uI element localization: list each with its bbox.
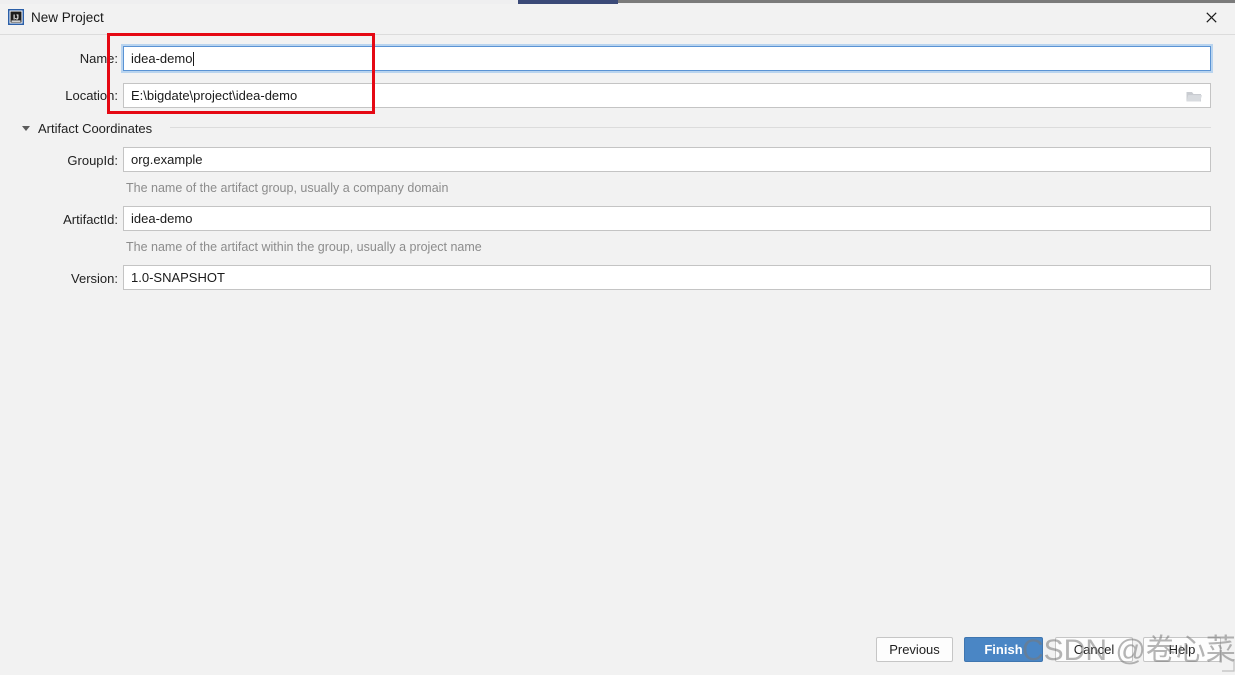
help-button[interactable]: Help — [1143, 637, 1221, 662]
svg-text:IJ: IJ — [13, 15, 19, 22]
artifactid-input-value: idea-demo — [131, 211, 193, 226]
groupid-hint: The name of the artifact group, usually … — [126, 181, 449, 195]
previous-button[interactable]: Previous — [876, 637, 953, 662]
groupid-input[interactable]: org.example — [123, 147, 1211, 172]
name-input[interactable]: idea-demo — [123, 46, 1211, 71]
version-label: Version: — [71, 271, 118, 286]
section-divider — [170, 127, 1211, 128]
version-input-value: 1.0-SNAPSHOT — [131, 270, 225, 285]
cancel-button[interactable]: Cancel — [1055, 637, 1133, 662]
location-input[interactable]: E:\bigdate\project\idea-demo — [123, 83, 1211, 108]
folder-icon[interactable] — [1186, 89, 1202, 102]
name-label: Name: — [79, 51, 118, 66]
artifactid-label: ArtifactId: — [63, 212, 118, 227]
location-label: Location: — [65, 88, 118, 103]
resize-grip[interactable] — [1221, 657, 1235, 672]
artifact-coordinates-label: Artifact Coordinates — [38, 120, 153, 136]
artifactid-input[interactable]: idea-demo — [123, 206, 1211, 231]
title-bar-divider — [0, 34, 1235, 35]
chevron-down-icon — [22, 125, 30, 131]
window-title: New Project — [31, 10, 104, 25]
close-icon — [1206, 12, 1217, 23]
title-bar: IJ New Project — [0, 4, 1235, 35]
groupid-input-value: org.example — [131, 152, 203, 167]
name-input-value: idea-demo — [131, 51, 193, 66]
version-input[interactable]: 1.0-SNAPSHOT — [123, 265, 1211, 290]
text-caret — [193, 51, 195, 66]
groupid-label: GroupId: — [67, 153, 118, 168]
finish-button[interactable]: Finish — [964, 637, 1043, 662]
location-input-value: E:\bigdate\project\idea-demo — [131, 88, 298, 103]
artifact-coordinates-section-header[interactable]: Artifact Coordinates — [22, 120, 152, 136]
close-button[interactable] — [1188, 4, 1235, 31]
intellij-idea-icon: IJ — [8, 9, 24, 25]
artifactid-hint: The name of the artifact within the grou… — [126, 240, 482, 254]
accent-segment-gray — [618, 0, 1235, 3]
